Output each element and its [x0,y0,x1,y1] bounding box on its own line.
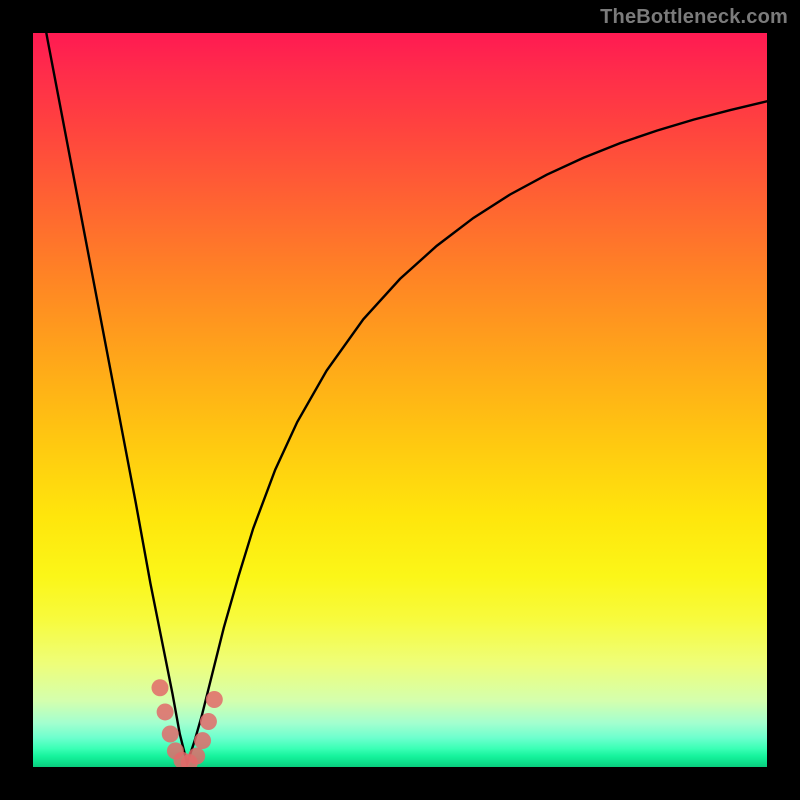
bottleneck-curve [33,33,767,763]
plot-area [33,33,767,767]
curve-marker [200,713,217,730]
curve-marker [206,691,223,708]
curve-markers [151,679,222,767]
chart-frame: TheBottleneck.com [0,0,800,800]
watermark-text: TheBottleneck.com [600,6,788,29]
curve-marker [157,703,174,720]
curve-svg [33,33,767,767]
curve-marker [194,732,211,749]
curve-marker [151,679,168,696]
curve-marker [162,725,179,742]
curve-marker [188,747,205,764]
